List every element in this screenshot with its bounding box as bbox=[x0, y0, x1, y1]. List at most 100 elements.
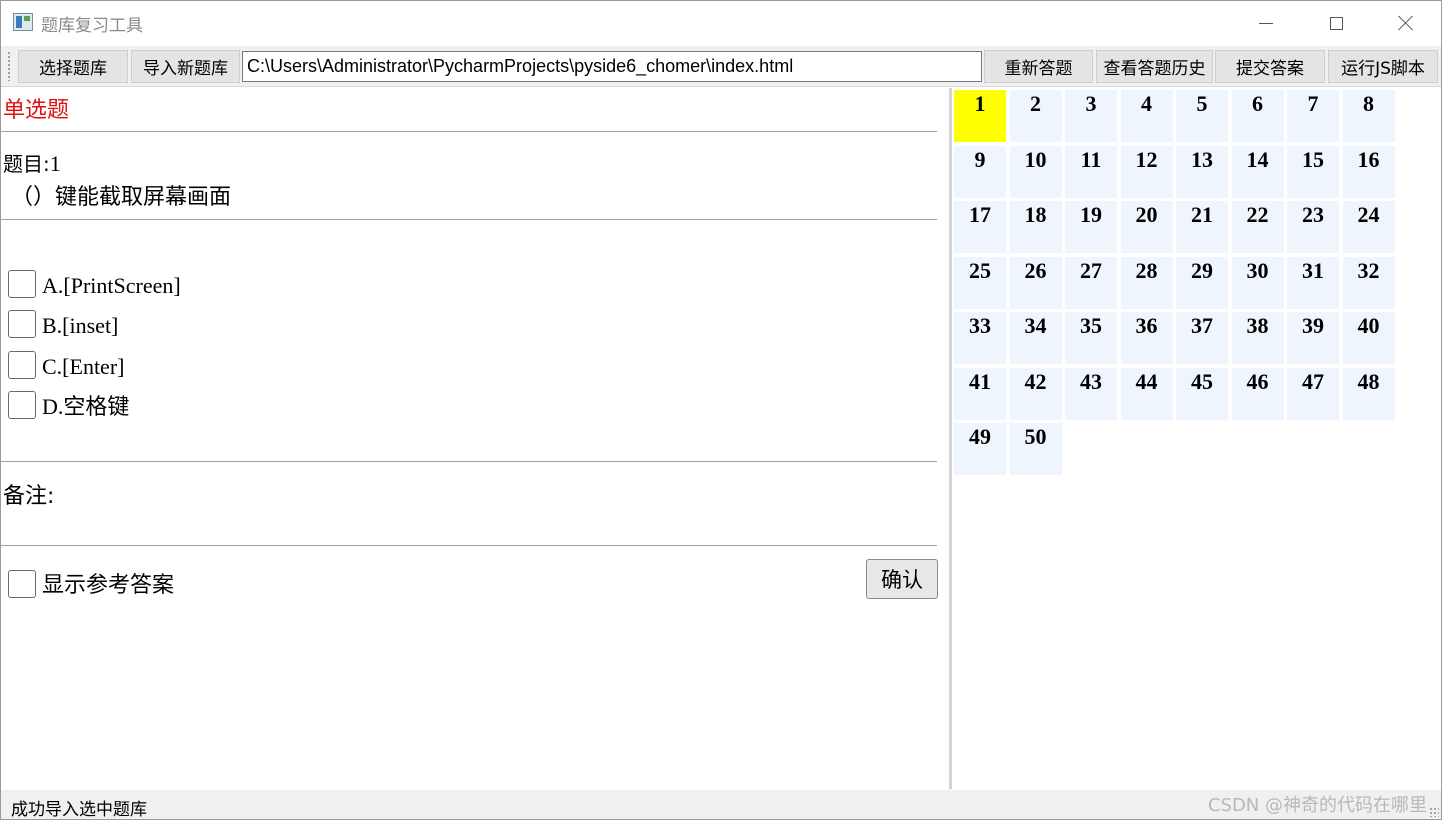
question-nav-cell[interactable]: 10 bbox=[1009, 145, 1062, 198]
question-nav-cell[interactable]: 2 bbox=[1009, 90, 1062, 142]
app-window: 题库复习工具 选择题库 导入新题库 C:\Users\Administrator… bbox=[0, 0, 1442, 820]
status-message: 成功导入选中题库 bbox=[11, 800, 147, 820]
question-navigator: 1 2 3 4 5 6 7 8 9 10 11 12 13 14 15 16 17 18 19 20 21 22 23 24 2… bbox=[952, 88, 1441, 789]
question-nav-cell[interactable]: 30 bbox=[1231, 256, 1284, 309]
question-nav-cell[interactable]: 44 bbox=[1120, 367, 1173, 420]
question-nav-cell[interactable]: 41 bbox=[954, 367, 1006, 420]
show-answer-toggle[interactable]: 显示参考答案 bbox=[8, 564, 174, 598]
question-nav-cell[interactable]: 34 bbox=[1009, 312, 1062, 364]
history-button[interactable]: 查看答题历史 bbox=[1096, 50, 1213, 83]
title-bar[interactable]: 题库复习工具 bbox=[1, 1, 1441, 45]
question-nav-cell[interactable]: 49 bbox=[954, 423, 1006, 475]
question-nav-cell[interactable]: 29 bbox=[1176, 256, 1228, 309]
question-nav-cell[interactable]: 1 bbox=[954, 90, 1006, 142]
option-c-checkbox[interactable] bbox=[8, 351, 36, 379]
status-bar: 成功导入选中题库 CSDN @神奇的代码在哪里 bbox=[1, 790, 1441, 820]
question-nav-cell[interactable]: 15 bbox=[1287, 145, 1339, 198]
option-a-checkbox[interactable] bbox=[8, 270, 36, 298]
question-nav-cell[interactable]: 26 bbox=[1009, 256, 1062, 309]
question-text: （）键能截取屏幕画面 bbox=[11, 185, 232, 210]
option-d-checkbox[interactable] bbox=[8, 391, 36, 419]
import-bank-button[interactable]: 导入新题库 bbox=[131, 50, 240, 83]
divider bbox=[1, 131, 937, 132]
app-icon bbox=[13, 13, 33, 31]
question-nav-cell[interactable]: 39 bbox=[1287, 312, 1339, 364]
toolbar: 选择题库 导入新题库 C:\Users\Administrator\Pychar… bbox=[1, 46, 1441, 87]
minimize-icon bbox=[1259, 22, 1273, 24]
divider bbox=[1, 545, 937, 546]
option-a[interactable]: A.[PrintScreen] bbox=[8, 264, 181, 298]
window-title: 题库复习工具 bbox=[41, 16, 143, 36]
question-number-value: 1 bbox=[49, 151, 61, 176]
question-nav-cell[interactable]: 4 bbox=[1120, 90, 1173, 142]
question-nav-cell[interactable]: 36 bbox=[1120, 312, 1173, 364]
watermark: CSDN @神奇的代码在哪里 bbox=[1207, 795, 1427, 816]
question-nav-cell[interactable]: 13 bbox=[1176, 145, 1228, 198]
option-d-label: D.空格键 bbox=[42, 394, 130, 419]
question-nav-cell[interactable]: 27 bbox=[1065, 256, 1117, 309]
question-nav-cell[interactable]: 11 bbox=[1065, 145, 1117, 198]
question-nav-cell[interactable]: 33 bbox=[954, 312, 1006, 364]
question-panel: 单选题 题目:1 （）键能截取屏幕画面 A.[PrintScreen] B.[i… bbox=[1, 88, 949, 789]
close-button[interactable] bbox=[1371, 1, 1441, 45]
question-nav-cell[interactable]: 18 bbox=[1009, 201, 1062, 253]
question-nav-cell[interactable]: 21 bbox=[1176, 201, 1228, 253]
question-number: 题目:1 bbox=[3, 148, 61, 177]
question-nav-cell[interactable]: 45 bbox=[1176, 367, 1228, 420]
option-b-label: B.[inset] bbox=[42, 313, 119, 338]
question-nav-cell[interactable]: 17 bbox=[954, 201, 1006, 253]
option-d[interactable]: D.空格键 bbox=[8, 385, 129, 419]
question-nav-cell[interactable]: 40 bbox=[1342, 312, 1395, 364]
option-b[interactable]: B.[inset] bbox=[8, 304, 118, 338]
question-nav-cell[interactable]: 50 bbox=[1009, 423, 1062, 475]
maximize-icon bbox=[1329, 16, 1343, 30]
question-nav-cell[interactable]: 43 bbox=[1065, 367, 1117, 420]
question-nav-cell[interactable]: 14 bbox=[1231, 145, 1284, 198]
select-bank-button[interactable]: 选择题库 bbox=[18, 50, 128, 83]
option-b-checkbox[interactable] bbox=[8, 310, 36, 338]
question-nav-cell[interactable]: 9 bbox=[954, 145, 1006, 198]
question-nav-cell[interactable]: 28 bbox=[1120, 256, 1173, 309]
question-nav-cell[interactable]: 12 bbox=[1120, 145, 1173, 198]
question-nav-cell[interactable]: 16 bbox=[1342, 145, 1395, 198]
question-nav-cell[interactable]: 25 bbox=[954, 256, 1006, 309]
question-number-label: 题目: bbox=[3, 152, 50, 176]
question-nav-cell[interactable]: 46 bbox=[1231, 367, 1284, 420]
question-nav-cell[interactable]: 42 bbox=[1009, 367, 1062, 420]
question-nav-cell[interactable]: 8 bbox=[1342, 90, 1395, 142]
question-nav-cell[interactable]: 5 bbox=[1176, 90, 1228, 142]
question-nav-cell[interactable]: 22 bbox=[1231, 201, 1284, 253]
option-a-label: A.[PrintScreen] bbox=[42, 273, 181, 298]
resize-grip-icon[interactable] bbox=[1429, 807, 1439, 817]
question-nav-cell[interactable]: 7 bbox=[1287, 90, 1339, 142]
run-js-button[interactable]: 运行JS脚本 bbox=[1328, 50, 1438, 83]
submit-button[interactable]: 提交答案 bbox=[1215, 50, 1325, 83]
question-nav-cell[interactable]: 35 bbox=[1065, 312, 1117, 364]
maximize-button[interactable] bbox=[1301, 1, 1371, 45]
note-label: 备注: bbox=[3, 484, 55, 509]
show-answer-checkbox[interactable] bbox=[8, 570, 36, 598]
question-nav-cell[interactable]: 19 bbox=[1065, 201, 1117, 253]
option-c[interactable]: C.[Enter] bbox=[8, 345, 124, 379]
redo-button[interactable]: 重新答题 bbox=[984, 50, 1093, 83]
question-nav-cell[interactable]: 48 bbox=[1342, 367, 1395, 420]
question-nav-cell[interactable]: 20 bbox=[1120, 201, 1173, 253]
question-nav-cell[interactable]: 47 bbox=[1287, 367, 1339, 420]
question-nav-cell[interactable]: 37 bbox=[1176, 312, 1228, 364]
show-answer-label: 显示参考答案 bbox=[42, 573, 175, 598]
option-c-label: C.[Enter] bbox=[42, 354, 125, 379]
question-nav-cell[interactable]: 23 bbox=[1287, 201, 1339, 253]
question-nav-cell[interactable]: 32 bbox=[1342, 256, 1395, 309]
question-nav-cell[interactable]: 31 bbox=[1287, 256, 1339, 309]
confirm-button[interactable]: 确认 bbox=[866, 559, 938, 599]
toolbar-grip-icon[interactable] bbox=[7, 51, 11, 81]
question-nav-cell[interactable]: 24 bbox=[1342, 201, 1395, 253]
question-nav-cell[interactable]: 3 bbox=[1065, 90, 1117, 142]
divider bbox=[1, 461, 937, 462]
question-type: 单选题 bbox=[3, 98, 70, 123]
question-nav-cell[interactable]: 6 bbox=[1231, 90, 1284, 142]
question-nav-cell[interactable]: 38 bbox=[1231, 312, 1284, 364]
divider bbox=[1, 219, 937, 220]
minimize-button[interactable] bbox=[1231, 1, 1301, 45]
bank-path-input[interactable]: C:\Users\Administrator\PycharmProjects\p… bbox=[242, 51, 982, 82]
